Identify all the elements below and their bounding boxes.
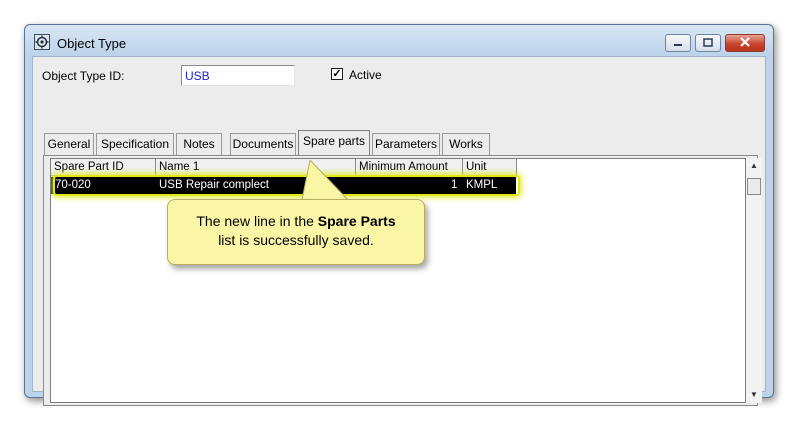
tab-spare-parts[interactable]: Spare parts [298,130,370,156]
maximize-icon [703,36,713,50]
scroll-down-arrow-icon[interactable]: ▼ [750,390,758,399]
column-header-spare-part-id[interactable]: Spare Part ID [51,159,156,176]
tab-documents[interactable]: Documents [230,133,296,155]
callout-text-line2: list is successfully saved. [218,232,374,248]
title-bar[interactable]: Object Type [25,25,773,55]
maximize-button[interactable] [695,34,721,52]
object-type-id-label: Object Type ID: [42,69,125,83]
close-button[interactable] [725,34,765,52]
tab-notes[interactable]: Notes [176,133,222,155]
minimize-button[interactable] [665,34,691,52]
window-title: Object Type [57,36,127,51]
row-highlight [53,175,520,196]
column-header-minimum-amount[interactable]: Minimum Amount [356,159,463,176]
active-checkbox[interactable]: ✓ [331,68,343,80]
app-icon [34,34,50,50]
scroll-thumb[interactable] [747,178,761,195]
vertical-scrollbar[interactable]: ▲ ▼ [746,158,762,403]
close-icon [739,36,751,50]
spare-parts-pane: Spare Part ID Name 1 Minimum Amount Unit… [43,155,762,406]
tab-general[interactable]: General [44,133,94,155]
column-header-unit[interactable]: Unit [463,159,517,176]
active-label: Active [349,68,382,82]
scroll-up-arrow-icon[interactable]: ▲ [750,161,758,170]
tab-parameters[interactable]: Parameters [372,133,440,155]
tab-works[interactable]: Works [442,133,490,155]
object-type-id-input[interactable] [181,65,295,86]
callout-text-bold: Spare Parts [317,213,396,229]
tab-specification[interactable]: Specification [96,133,174,155]
callout-note: The new line in the Spare Parts list is … [167,199,425,265]
spare-parts-grid[interactable]: Spare Part ID Name 1 Minimum Amount Unit… [50,158,746,403]
minimize-icon [673,36,683,50]
callout-text-prefix: The new line in the [196,213,318,229]
